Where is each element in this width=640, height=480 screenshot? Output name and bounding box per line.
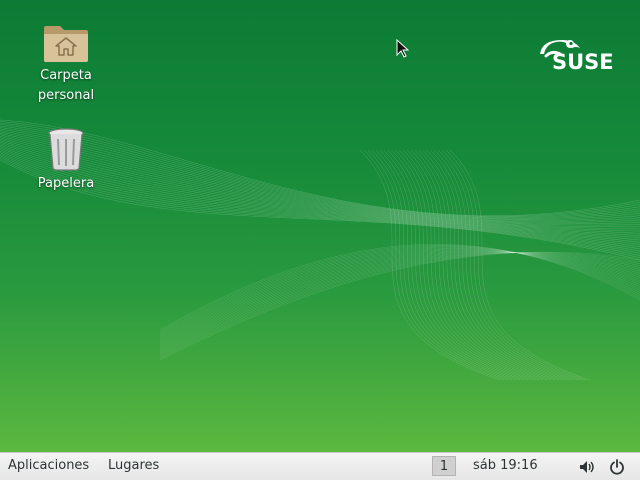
home-folder-label-line1: Carpeta (40, 68, 92, 83)
applications-menu[interactable]: Aplicaciones (8, 453, 89, 480)
places-menu[interactable]: Lugares (108, 453, 159, 480)
power-icon[interactable] (609, 459, 625, 475)
trash-icon (48, 128, 84, 171)
taskbar: Aplicaciones Lugares 1 sáb 19:16 (0, 452, 640, 480)
suse-logo-text: SUSE (552, 50, 614, 74)
workspace-indicator[interactable]: 1 (432, 456, 456, 476)
home-folder-label-line2: personal (37, 88, 95, 103)
desktop-icon-home-folder[interactable]: Carpeta personal (21, 20, 111, 106)
desktop-icon-trash[interactable]: Papelera (21, 126, 111, 194)
clock[interactable]: sáb 19:16 (473, 453, 538, 480)
volume-icon[interactable] (579, 460, 595, 474)
home-folder-icon (44, 26, 88, 62)
mouse-cursor-icon (396, 39, 409, 58)
trash-label: Papelera (37, 176, 95, 191)
desktop: Carpeta personal Papelera SUSE (0, 0, 640, 452)
